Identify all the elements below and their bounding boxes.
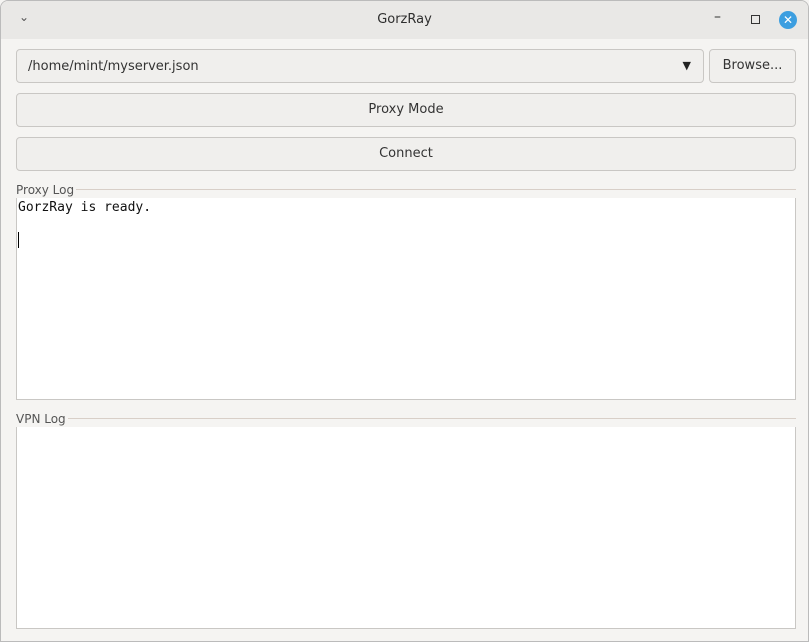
config-path-combobox[interactable]: /home/mint/myserver.json ▼ xyxy=(16,49,704,83)
app-window: ⌄ GorzRay – ✕ /home/mint/myserver.json ▼… xyxy=(0,0,809,642)
text-cursor xyxy=(18,232,19,248)
vpn-log-group: VPN Log xyxy=(16,412,796,426)
proxy-log-text: GorzRay is ready. xyxy=(18,200,152,215)
maximize-icon[interactable] xyxy=(751,15,760,24)
config-path-value: /home/mint/myserver.json xyxy=(28,59,199,74)
close-icon[interactable]: ✕ xyxy=(779,11,797,29)
proxy-mode-button[interactable]: Proxy Mode xyxy=(16,93,796,127)
proxy-log-textarea[interactable]: GorzRay is ready. xyxy=(16,198,796,400)
connect-button[interactable]: Connect xyxy=(16,137,796,171)
browse-button[interactable]: Browse... xyxy=(709,49,796,83)
vpn-log-label: VPN Log xyxy=(16,412,68,426)
title-bar: ⌄ GorzRay – ✕ xyxy=(1,1,808,39)
minimize-icon[interactable]: – xyxy=(714,9,721,25)
vpn-log-textarea[interactable] xyxy=(16,427,796,629)
proxy-log-group: Proxy Log xyxy=(16,183,796,197)
window-title: GorzRay xyxy=(377,12,432,27)
dropdown-arrow-icon[interactable]: ▼ xyxy=(683,59,691,72)
proxy-log-label: Proxy Log xyxy=(16,183,77,197)
